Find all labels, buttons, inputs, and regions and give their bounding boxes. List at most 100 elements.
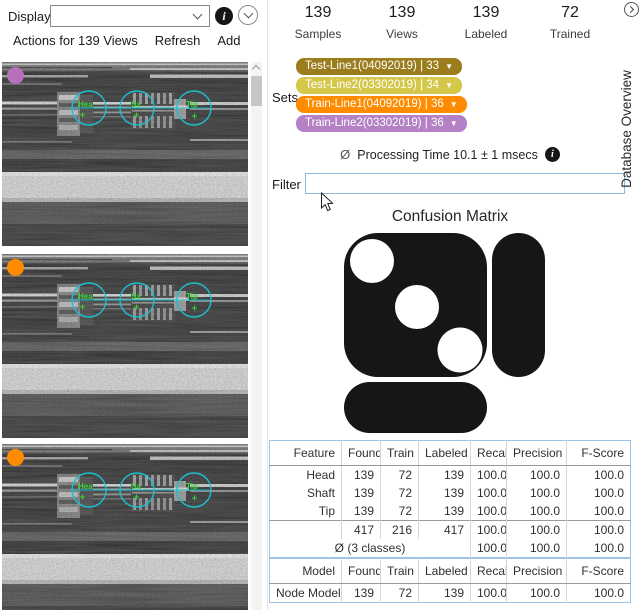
table-row: Node Model13972139100.0100.0100.0 — [270, 584, 631, 603]
cell: 100.0 — [471, 584, 507, 603]
scrollbar-thumb[interactable] — [251, 76, 262, 106]
filter-label: Filter — [272, 177, 301, 192]
cell: 100.0 — [471, 466, 507, 485]
cell: 100.0 — [471, 502, 507, 521]
table-row: Tip13972139100.0100.0100.0 — [270, 502, 631, 521]
cell: 72 — [381, 584, 419, 603]
cell: Tip — [270, 502, 342, 521]
set-badge[interactable]: Train-Line2(03302019) | 36▼ — [296, 115, 467, 132]
view-image[interactable]: Hea Sa Tip — [2, 254, 248, 438]
view-status-badge — [7, 449, 24, 466]
totals-cell: 417 — [419, 521, 471, 540]
cell: 72 — [381, 502, 419, 521]
processing-time-text: Processing Time 10.1 ± 1 msecs — [357, 148, 538, 162]
add-menu[interactable]: Add — [217, 33, 240, 48]
cell: 72 — [381, 466, 419, 485]
cell: 139 — [419, 466, 471, 485]
info-icon[interactable]: i — [215, 7, 233, 25]
deep-learning-tool-window: Display i Actions for 139 Views Refresh … — [0, 0, 640, 610]
metrics-table: FeatureFoundTrainLabeledRecallPrecisionF… — [269, 440, 631, 558]
view-image[interactable]: Hea Sa Tip — [2, 444, 248, 610]
cell: 72 — [381, 484, 419, 502]
column-header: Labeled — [419, 559, 471, 584]
mouse-cursor — [320, 192, 334, 213]
dropdown-arrow-icon: ▼ — [450, 115, 458, 132]
stats-row: 139Samples139Views139Labeled72Trained — [276, 4, 612, 41]
annotation-label-tip: Tip — [186, 100, 198, 109]
cell: 100.0 — [507, 502, 567, 521]
xray-image: Hea Sa Tip — [2, 444, 248, 610]
dropdown-arrow-icon: ▼ — [450, 96, 458, 113]
refresh-menu[interactable]: Refresh — [155, 33, 201, 48]
table-row: Shaft13972139100.0100.0100.0 — [270, 484, 631, 502]
cell: 139 — [419, 484, 471, 502]
average-row: Ø (3 classes)100.0100.0100.0 — [270, 539, 631, 558]
actions-menu[interactable]: Actions for 139 Views — [13, 33, 138, 48]
column-header: F-Score — [567, 559, 631, 584]
annotation-label-shaft: Sa — [131, 292, 141, 301]
confusion-matrix-graphic — [338, 230, 558, 436]
info-icon[interactable]: i — [545, 147, 560, 162]
column-header: F-Score — [567, 441, 631, 466]
stat-views: 139Views — [360, 4, 444, 41]
totals-cell: 100.0 — [507, 521, 567, 540]
chevron-down-icon — [193, 10, 203, 20]
average-cell: 100.0 — [471, 539, 507, 558]
cell: 139 — [419, 502, 471, 521]
set-badge[interactable]: Test-Line1(04092019) | 33▼ — [296, 58, 462, 75]
feature-metrics-table: FeatureFoundTrainLabeledRecallPrecisionF… — [269, 440, 631, 558]
xray-image: Hea Sa Tip — [2, 254, 248, 438]
set-badge[interactable]: Test-Line2(03302019) | 34▼ — [296, 77, 462, 94]
chevron-down-icon — [243, 9, 253, 19]
scroll-up-icon[interactable] — [252, 65, 260, 73]
stat-labeled: 139 Labeled — [444, 4, 528, 41]
totals-cell: 100.0 — [471, 521, 507, 540]
processing-time-row: Ø Processing Time 10.1 ± 1 msecs i — [268, 147, 632, 162]
xray-image: Hea Sa Tip — [2, 62, 248, 246]
set-badge[interactable]: Train-Line1(04092019) | 36 ▼ — [296, 96, 467, 113]
totals-row: 417216417100.0100.0100.0 — [270, 521, 631, 540]
database-overview-panel: 139Samples139Views139Labeled72Trained Se… — [268, 0, 640, 610]
stat-label: Labeled — [444, 27, 528, 41]
annotation-label-head: Hea — [78, 100, 93, 109]
cell: 139 — [342, 584, 381, 603]
chevron-right-icon — [627, 6, 634, 13]
column-header: Found — [342, 559, 381, 584]
average-label: Ø (3 classes) — [270, 539, 471, 558]
cell: 100.0 — [507, 584, 567, 603]
filter-input[interactable] — [305, 173, 625, 194]
view-image[interactable]: Hea Sa Tip — [2, 62, 248, 246]
sets-list: Test-Line1(04092019) | 33▼Test-Line2(033… — [296, 58, 467, 132]
metrics-table: ModelFoundTrainLabeledRecallPrecisionF-S… — [269, 558, 631, 603]
expand-tab-icon[interactable] — [624, 2, 639, 17]
annotation-label-tip: Tip — [186, 292, 198, 301]
view-status-badge — [7, 259, 24, 276]
column-header: Recall — [471, 441, 507, 466]
column-header: Feature — [270, 441, 342, 466]
set-badge-label: Test-Line1(04092019) | 33 — [305, 58, 439, 75]
column-header: Train — [381, 559, 419, 584]
views-scrollbar[interactable] — [251, 62, 262, 610]
cell: 100.0 — [567, 484, 631, 502]
view-status-badge — [7, 67, 24, 84]
cell: Head — [270, 466, 342, 485]
column-header: Precision — [507, 441, 567, 466]
display-dropdown[interactable] — [50, 5, 210, 27]
average-symbol: Ø — [340, 147, 350, 162]
column-header: Precision — [507, 559, 567, 584]
stat-value: 139 — [360, 4, 444, 22]
collapse-panel-button[interactable] — [238, 5, 258, 25]
cell: 100.0 — [507, 484, 567, 502]
side-tab-database-overview[interactable]: Database Overview — [619, 19, 635, 239]
set-badge-label: Test-Line2(03302019) | 34 — [305, 77, 439, 94]
set-badge-label: Train-Line1(04092019) | 36 — [305, 96, 444, 113]
stat-label: Trained — [528, 27, 612, 41]
totals-cell: 417 — [342, 521, 381, 540]
annotation-label-tip: Tip — [186, 482, 198, 491]
stat-value: 139 — [444, 4, 528, 22]
cell: Shaft — [270, 484, 342, 502]
stat-trained: 72Trained — [528, 4, 612, 41]
cell: 139 — [342, 466, 381, 485]
cell: 139 — [342, 484, 381, 502]
cell: 100.0 — [507, 466, 567, 485]
